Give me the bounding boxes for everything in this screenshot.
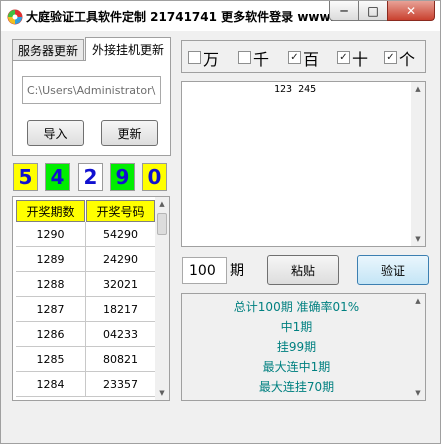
digit-5: 0 (142, 163, 167, 191)
number-cell: 18217 (103, 303, 138, 316)
tab-server-update[interactable]: 服务器更新 (12, 39, 84, 61)
verify-button[interactable]: 验证 (357, 255, 429, 285)
header-number: 开奖号码 (86, 200, 155, 222)
maximize-button[interactable]: □ (358, 1, 388, 21)
checkbox-box[interactable] (238, 51, 251, 64)
checkbox-ge[interactable]: ✓ 个 (384, 41, 415, 74)
scroll-down-arrow-icon[interactable]: ▼ (411, 386, 425, 400)
update-button[interactable]: 更新 (101, 120, 158, 146)
numbers-textarea[interactable]: 123 245 ▲ ▼ (181, 81, 426, 247)
checkbox-label: 千 (253, 49, 270, 69)
table-row[interactable]: 1290 54290 (16, 222, 155, 247)
table-scrollbar[interactable]: ▲ ▼ (155, 197, 169, 400)
window-bottom-strip (2, 409, 439, 439)
number-cell: 04233 (103, 328, 138, 341)
app-window: 大庭验证工具软件定制 21741741 更多软件登录 www.... ─ □ ✕… (0, 0, 441, 444)
table-row[interactable]: 1287 18217 (16, 297, 155, 322)
result-scrollbar[interactable]: ▲ ▼ (411, 294, 425, 400)
number-cell: 32021 (103, 278, 138, 291)
result-panel: 总计100期 准确率01% 中1期 挂99期 最大连中1期 最大连挂70期 ▲ … (181, 293, 426, 401)
path-input[interactable]: C:\Users\Administrator\ (22, 76, 161, 104)
scroll-down-arrow-icon[interactable]: ▼ (155, 386, 169, 400)
digit-3: 2 (78, 163, 103, 191)
checkbox-box[interactable]: ✓ (288, 51, 301, 64)
result-hits: 中1期 (280, 320, 313, 334)
digit-2: 4 (45, 163, 70, 191)
period-cell: 1286 (16, 322, 86, 347)
checkbox-box[interactable]: ✓ (384, 51, 397, 64)
window-title: 大庭验证工具软件定制 21741741 更多软件登录 www.... (26, 10, 336, 24)
draw-history-table: 开奖期数 开奖号码 1290 54290 1289 24290 1288 320… (12, 196, 170, 401)
period-cell: 1290 (16, 222, 86, 247)
table-row[interactable]: 1288 32021 (16, 272, 155, 297)
checkbox-label: 个 (399, 49, 416, 69)
header-period: 开奖期数 (16, 200, 85, 222)
import-button[interactable]: 导入 (27, 120, 84, 146)
checkbox-box[interactable] (188, 51, 201, 64)
table-row[interactable]: 1289 24290 (16, 247, 155, 272)
number-cell: 23357 (103, 378, 138, 391)
checkbox-label: 十 (352, 49, 369, 69)
checkbox-label: 万 (203, 49, 220, 69)
table-rows: 1290 54290 1289 24290 1288 32021 1287 18… (16, 222, 155, 397)
table-row[interactable]: 1286 04233 (16, 322, 155, 347)
app-logo-icon (7, 9, 23, 25)
result-max-hit-streak: 最大连中1期 (262, 360, 331, 374)
scroll-up-arrow-icon[interactable]: ▲ (155, 197, 169, 211)
textarea-content: 123 245 (274, 84, 317, 95)
tab-external-update[interactable]: 外接挂机更新 (85, 37, 171, 61)
number-cell: 80821 (103, 353, 138, 366)
period-count-input[interactable]: 100 (182, 257, 227, 284)
number-cell: 54290 (103, 228, 138, 241)
result-misses: 挂99期 (276, 340, 317, 354)
textarea-scrollbar[interactable]: ▲ ▼ (411, 82, 425, 246)
period-cell: 1284 (16, 372, 86, 397)
period-cell: 1288 (16, 272, 86, 297)
period-unit-label: 期 (230, 263, 244, 279)
scroll-thumb[interactable] (157, 213, 167, 235)
minimize-button[interactable]: ─ (329, 1, 359, 21)
period-cell: 1287 (16, 297, 86, 322)
title-bar: 大庭验证工具软件定制 21741741 更多软件登录 www.... ─ □ ✕ (1, 1, 440, 31)
period-cell: 1285 (16, 347, 86, 372)
result-max-miss-streak: 最大连挂70期 (258, 380, 335, 394)
table-row[interactable]: 1285 80821 (16, 347, 155, 372)
table-row[interactable]: 1284 23357 (16, 372, 155, 397)
scroll-up-arrow-icon[interactable]: ▲ (411, 82, 425, 96)
number-cell: 24290 (103, 253, 138, 266)
digit-1: 5 (13, 163, 38, 191)
result-summary: 总计100期 准确率01% (233, 300, 360, 314)
paste-button[interactable]: 粘贴 (267, 255, 339, 285)
digit-4: 9 (110, 163, 135, 191)
digit-position-group: 万 千 ✓ 百 ✓ 十 ✓ 个 (181, 40, 426, 73)
checkbox-wan[interactable]: 万 (188, 41, 219, 74)
checkbox-qian[interactable]: 千 (238, 41, 269, 74)
checkbox-shi[interactable]: ✓ 十 (337, 41, 368, 74)
scroll-up-arrow-icon[interactable]: ▲ (411, 294, 425, 308)
scroll-down-arrow-icon[interactable]: ▼ (411, 232, 425, 246)
close-button[interactable]: ✕ (387, 1, 435, 21)
period-cell: 1289 (16, 247, 86, 272)
checkbox-bai[interactable]: ✓ 百 (288, 41, 319, 74)
checkbox-label: 百 (303, 49, 320, 69)
checkbox-box[interactable]: ✓ (337, 51, 350, 64)
